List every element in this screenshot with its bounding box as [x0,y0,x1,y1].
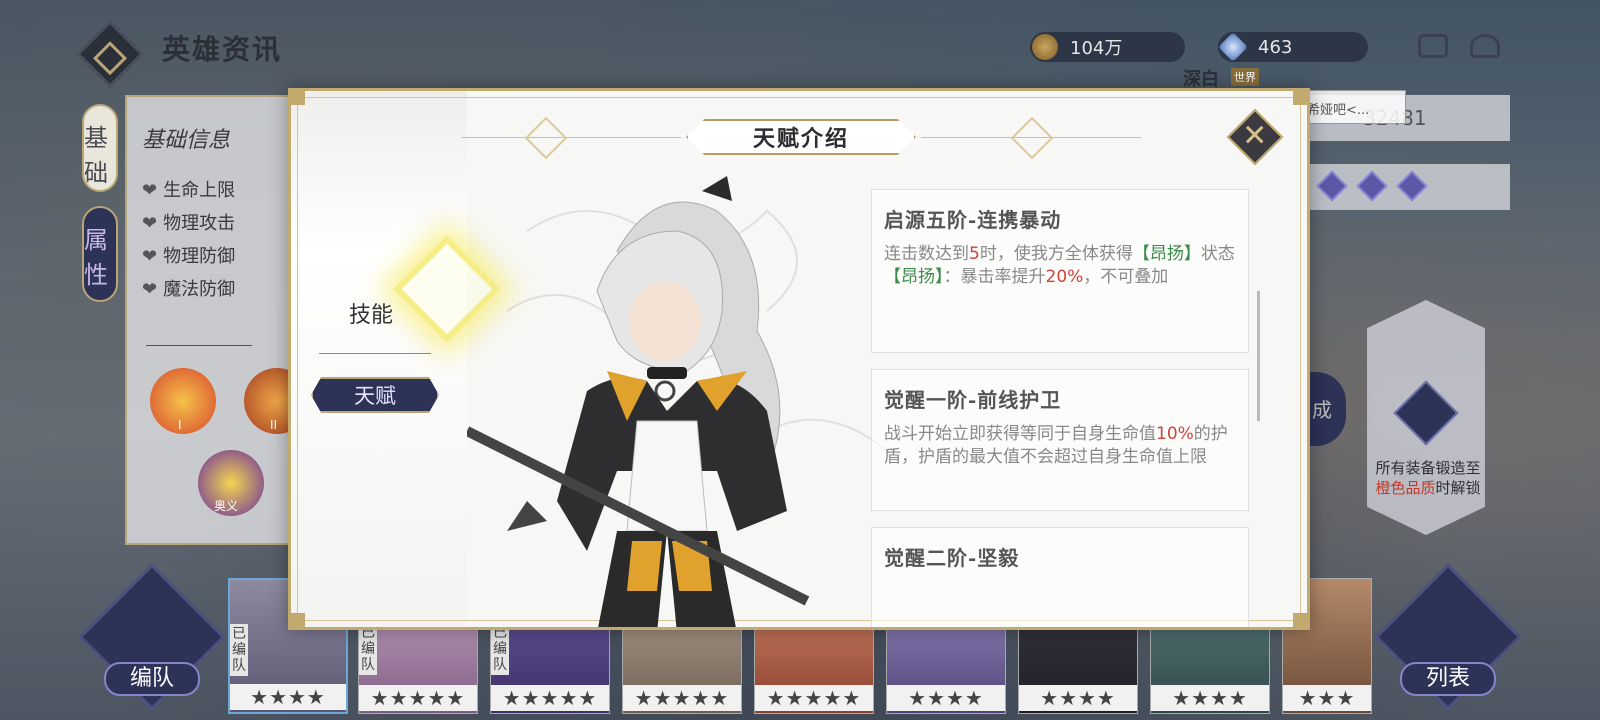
gem-icon [1218,32,1248,62]
modal-title-plate: 天赋介绍 [686,119,916,155]
talent-card[interactable]: 觉醒一阶-前线护卫 战斗开始立即获得等同于自身生命值10%的护盾，护盾的最大值不… [871,369,1249,511]
tab-skill[interactable]: 技能 [349,297,393,329]
star-rating: ★★★★ [887,685,1005,711]
corner-ornament [291,91,305,105]
talent-description: 战斗开始立即获得等同于自身生命值10%的护盾，护盾的最大值不会超过自身生命值上限 [884,423,1236,469]
star-rating: ★★★★ [230,684,346,710]
gold-currency[interactable]: 104万 [1030,32,1185,62]
talent-value: 10% [1156,424,1194,444]
corner-ornament [291,613,305,627]
tab-basic-label: 基础 [84,124,108,187]
list-nav-button[interactable]: 列表 [1400,662,1496,696]
corner-ornament [1293,613,1307,627]
talent-text: 连击数达到 [884,244,969,264]
divider [146,345,252,346]
corner-ornament [1293,91,1307,105]
tab-divider [319,353,431,354]
unlock-text-a: 所有装备锻造至 [1375,459,1481,477]
mail-icon[interactable] [1470,34,1500,58]
stat-row-pdef: ❤ 物理防御 [142,242,282,273]
chat-icon[interactable] [1418,34,1448,58]
team-nav-button[interactable]: 编队 [104,662,200,696]
gem-currency[interactable]: 463 [1218,32,1368,62]
tab-basic[interactable]: 基础 [82,104,118,192]
modal-tab-column [291,91,467,627]
skill-2-label: II [270,418,278,432]
unlock-text-highlight: 橙色品质 [1375,479,1436,497]
hero-portrait [467,176,888,627]
unlock-condition-text: 所有装备锻造至橙色品质时解锁 [1370,458,1486,498]
talent-name: 觉醒一阶-前线护卫 [884,388,1062,412]
talent-value: 5 [969,244,980,264]
tab-attributes-label: 属性 [84,226,108,289]
buff-name: 【昂扬】 [884,267,944,287]
stat-label: 物理攻击 [163,213,236,234]
forge-badge-label: 成 [1312,398,1332,422]
rune-slot-bar [1310,164,1510,210]
heart-icon: ❤ [142,213,158,234]
star-rating: ★★★ [1283,685,1371,711]
buff-name: 【昂扬】 [1132,244,1201,264]
unlock-text-b: 时解锁 [1435,479,1481,497]
close-icon: ✕ [1242,118,1268,154]
chat-message-text: 希娅吧<... [1307,103,1370,118]
gold-coin-icon [1032,34,1058,60]
ultimate-skill-icon[interactable]: 奥义 [198,450,264,516]
star-rating: ★★★★★ [491,685,609,711]
title-deco-diamond [1010,116,1054,160]
page-title: 英雄资讯 [162,33,283,66]
tab-talent-label: 天赋 [354,384,396,408]
talent-text: 战斗开始立即获得等同于自身生命值 [884,424,1156,444]
star-rating: ★★★★ [1151,685,1269,711]
talent-name: 觉醒二阶-坚毅 [884,546,1020,570]
rune-slot-icon[interactable] [1396,170,1428,202]
talent-description: 连击数达到5时，使我方全体获得【昂扬】状态 【昂扬】：暴击率提升20%，不可叠加 [884,243,1236,289]
star-rating: ★★★★★ [755,685,873,711]
talent-list-scrollbar[interactable] [1257,291,1260,421]
tab-talent[interactable]: 天赋 [311,377,439,413]
talent-name: 启源五阶-连携暴动 [884,208,1062,232]
heart-icon: ❤ [142,279,158,300]
assigned-tag: 已编队 [491,623,509,675]
star-rating: ★★★★★ [359,685,477,711]
rune-slot-icon[interactable] [1356,170,1388,202]
title-deco-diamond [524,116,568,160]
close-button[interactable]: ✕ [1226,108,1284,166]
talent-modal: 天赋介绍 ✕ 技能 天赋 启源五阶-连携暴动 连击数达到5时，使我方全体获得【昂… [288,88,1310,630]
talent-value: 20% [1045,267,1084,287]
modal-title: 天赋介绍 [752,126,849,152]
title-deco-line [461,137,681,138]
assigned-tag: 已编队 [359,623,377,675]
heart-icon: ❤ [142,180,158,201]
talent-text: 时，使我方全体获得 [979,244,1133,264]
gold-amount: 104万 [1070,38,1123,59]
talent-text: ：暴击率提升 [943,267,1046,287]
talent-text: 状态 [1200,244,1235,264]
ultimate-skill-label: 奥义 [214,499,239,513]
stat-row-hp: ❤ 生命上限 [142,176,282,207]
skill-1-icon[interactable]: I [150,368,216,434]
tab-attributes[interactable]: 属性 [82,206,118,302]
stat-row-mdef: ❤ 魔法防御 [142,275,282,306]
gem-amount: 463 [1258,36,1293,58]
talent-card[interactable]: 觉醒二阶-坚毅 [871,527,1249,627]
skill-1-label: I [178,418,182,432]
chat-message-bubble[interactable]: 希娅吧<... [1300,90,1406,124]
stat-label: 生命上限 [163,180,236,201]
chat-channel-badge: 世界 [1231,68,1259,86]
rune-slot-icon[interactable] [1316,170,1348,202]
stat-label: 物理防御 [163,246,236,267]
talent-text: ，不可叠加 [1083,267,1169,287]
panel-heading: 基础信息 [142,128,231,153]
stat-label: 魔法防御 [163,279,236,300]
star-rating: ★★★★ [1019,685,1137,711]
talent-card[interactable]: 启源五阶-连携暴动 连击数达到5时，使我方全体获得【昂扬】状态 【昂扬】：暴击率… [871,189,1249,353]
assigned-tag: 已编队 [230,624,248,676]
heart-icon: ❤ [142,246,158,267]
stat-row-patk: ❤ 物理攻击 [142,209,282,240]
star-rating: ★★★★★ [623,685,741,711]
